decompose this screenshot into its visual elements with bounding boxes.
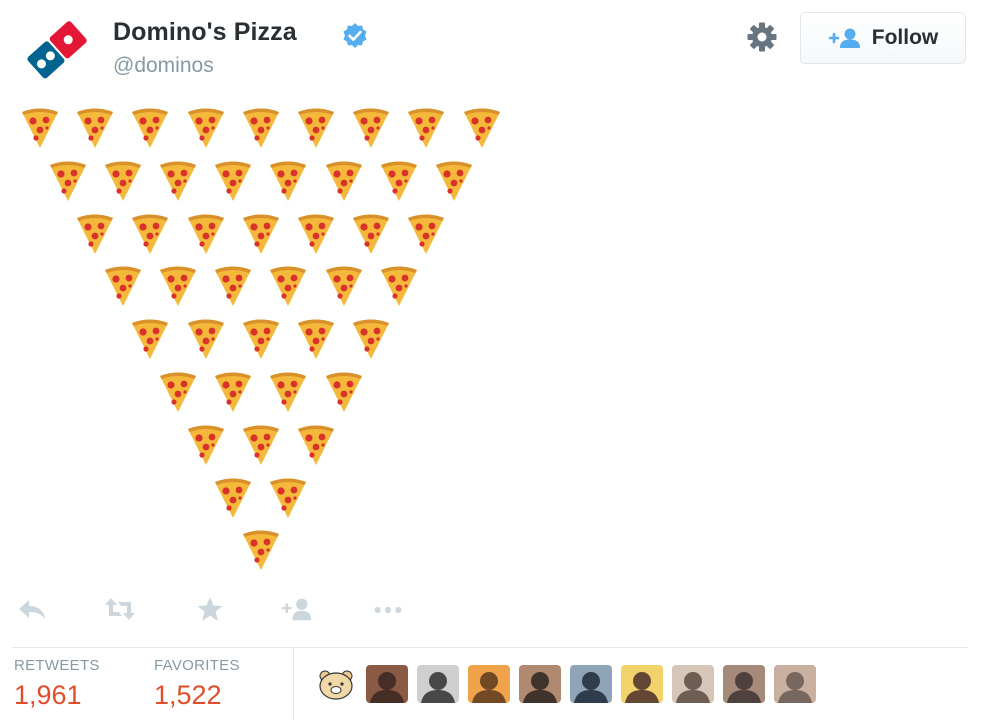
pizza-emoji (296, 212, 336, 256)
avatar[interactable] (468, 665, 510, 703)
pizza-emoji (268, 476, 308, 520)
star-icon[interactable] (194, 596, 226, 622)
stats-divider (12, 647, 968, 648)
pizza-emoji (213, 476, 253, 520)
pizza-emoji (186, 317, 226, 361)
avatar[interactable] (774, 665, 816, 703)
pizza-emoji (434, 159, 474, 203)
pizza-emoji (296, 317, 336, 361)
pizza-emoji (351, 212, 391, 256)
pizza-emoji (186, 423, 226, 467)
favorites-stat[interactable]: FAVORITES 1,522 (154, 657, 240, 711)
avatar[interactable] (417, 665, 459, 703)
pizza-emoji (48, 159, 88, 203)
pizza-emoji (268, 264, 308, 308)
pizza-emoji (379, 264, 419, 308)
pizza-emoji (268, 159, 308, 203)
retweet-icon[interactable] (104, 596, 136, 622)
pizza-emoji (324, 159, 364, 203)
retweets-label: RETWEETS (14, 657, 100, 674)
pizza-emoji (241, 528, 281, 572)
tweet-pizza-emoji-triangle (0, 0, 982, 600)
more-dots-icon[interactable] (372, 596, 404, 622)
pizza-emoji (241, 106, 281, 150)
pizza-emoji (406, 212, 446, 256)
retweets-stat[interactable]: RETWEETS 1,961 (14, 657, 100, 711)
pizza-emoji (158, 370, 198, 414)
pizza-emoji (20, 106, 60, 150)
favorites-label: FAVORITES (154, 657, 240, 674)
pizza-emoji (103, 264, 143, 308)
pizza-emoji (130, 106, 170, 150)
add-to-list-icon[interactable] (282, 596, 314, 622)
avatar[interactable] (519, 665, 561, 703)
reply-icon[interactable] (16, 596, 48, 622)
pizza-emoji (268, 370, 308, 414)
pizza-emoji (130, 317, 170, 361)
retweets-count: 1,961 (14, 680, 82, 710)
avatar[interactable] (315, 665, 357, 703)
pizza-emoji (296, 423, 336, 467)
pizza-emoji (241, 423, 281, 467)
pizza-emoji (406, 106, 446, 150)
pizza-emoji (158, 264, 198, 308)
pizza-emoji (241, 317, 281, 361)
pizza-emoji (462, 106, 502, 150)
pizza-emoji (75, 212, 115, 256)
avatar[interactable] (621, 665, 663, 703)
pizza-emoji (186, 212, 226, 256)
pizza-emoji (324, 370, 364, 414)
pizza-emoji (75, 106, 115, 150)
pizza-emoji (213, 264, 253, 308)
favorited-by-avatars (315, 665, 816, 703)
pizza-emoji (213, 159, 253, 203)
pizza-emoji (351, 106, 391, 150)
avatar[interactable] (672, 665, 714, 703)
pizza-emoji (213, 370, 253, 414)
favorites-count: 1,522 (154, 680, 222, 710)
avatar[interactable] (723, 665, 765, 703)
pizza-emoji (324, 264, 364, 308)
pizza-emoji (296, 106, 336, 150)
avatar[interactable] (366, 665, 408, 703)
pizza-emoji (186, 106, 226, 150)
pizza-emoji (241, 212, 281, 256)
pizza-emoji (103, 159, 143, 203)
stats-vertical-divider (293, 648, 294, 720)
pizza-emoji (130, 212, 170, 256)
pizza-emoji (158, 159, 198, 203)
pizza-emoji (351, 317, 391, 361)
avatar[interactable] (570, 665, 612, 703)
pizza-emoji (379, 159, 419, 203)
